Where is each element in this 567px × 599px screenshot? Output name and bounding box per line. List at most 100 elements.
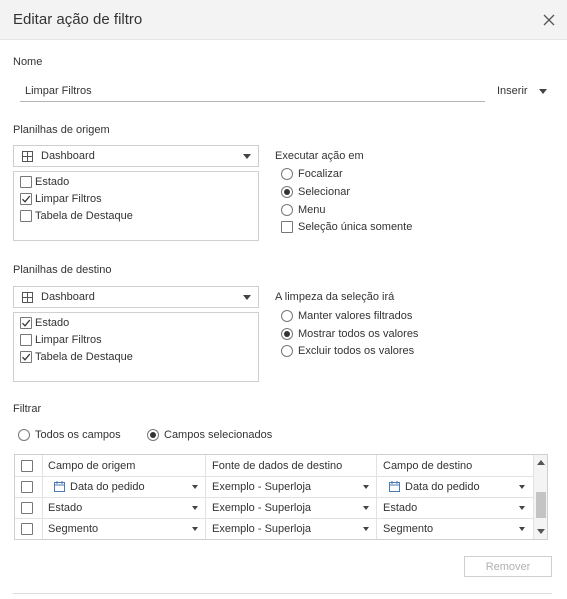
- target-sheets-list: Estado Limpar Filtros Tabela de Destaque: [13, 312, 259, 382]
- radio-button[interactable]: [281, 186, 293, 198]
- chevron-down-icon[interactable]: [363, 485, 369, 489]
- radio-button[interactable]: [281, 328, 293, 340]
- radio-button[interactable]: [281, 168, 293, 180]
- checkbox[interactable]: [20, 351, 32, 363]
- name-input[interactable]: [20, 80, 485, 102]
- radio-button[interactable]: [281, 204, 293, 216]
- source-sheet-label: Tabela de Destaque: [35, 210, 133, 222]
- target-field-value: Data do pedido: [405, 480, 480, 493]
- source-field-select[interactable]: Estado: [48, 497, 82, 518]
- row-checkbox[interactable]: [21, 497, 33, 518]
- chevron-down-icon[interactable]: [192, 506, 198, 510]
- grid-divider: [42, 455, 43, 539]
- radio-label: Menu: [298, 204, 326, 216]
- radio-keep-filtered[interactable]: Manter valores filtrados: [281, 310, 412, 322]
- target-sheets-label: Planilhas de destino: [13, 264, 112, 276]
- radio-menu[interactable]: Menu: [281, 204, 326, 216]
- column-header-data-source: Fonte de dados de destino: [212, 459, 343, 472]
- column-header-source-field: Campo de origem: [48, 459, 136, 472]
- scroll-down-icon[interactable]: [537, 529, 545, 535]
- column-header-target-field: Campo de destino: [383, 459, 473, 472]
- source-sheet-item[interactable]: Limpar Filtros: [20, 191, 102, 207]
- checkbox[interactable]: [20, 334, 32, 346]
- radio-selecionar[interactable]: Selecionar: [281, 186, 350, 198]
- target-sheet-item[interactable]: Estado: [20, 315, 69, 331]
- dialog-titlebar: Editar ação de filtro: [0, 0, 567, 40]
- checkmark-icon: [22, 353, 31, 361]
- radio-button[interactable]: [147, 429, 159, 441]
- close-icon[interactable]: [541, 12, 557, 28]
- data-source-select[interactable]: Exemplo - Superloja: [212, 497, 311, 518]
- radio-exclude-all[interactable]: Excluir todos os valores: [281, 345, 414, 357]
- single-select-label: Seleção única somente: [298, 221, 413, 233]
- radio-label: Mostrar todos os valores: [298, 328, 419, 340]
- target-field-select[interactable]: Estado: [383, 497, 417, 518]
- radio-label: Todos os campos: [35, 429, 121, 441]
- source-sheet-item[interactable]: Tabela de Destaque: [20, 208, 133, 224]
- checkbox[interactable]: [21, 480, 33, 493]
- filter-label: Filtrar: [13, 403, 42, 415]
- source-sheet-item[interactable]: Estado: [20, 174, 69, 190]
- chevron-down-icon[interactable]: [519, 506, 525, 510]
- data-source-select[interactable]: Exemplo - Superloja: [212, 476, 311, 497]
- target-sheet-item[interactable]: Limpar Filtros: [20, 332, 102, 348]
- target-sheet-label: Estado: [35, 317, 70, 329]
- source-sheet-label: Limpar Filtros: [35, 193, 102, 205]
- row-checkbox[interactable]: [21, 518, 33, 539]
- source-sheets-label: Planilhas de origem: [13, 124, 110, 136]
- target-sheet-item[interactable]: Tabela de Destaque: [20, 349, 133, 365]
- clearing-label: A limpeza da seleção irá: [275, 291, 395, 303]
- radio-label: Focalizar: [298, 168, 343, 180]
- chevron-down-icon[interactable]: [519, 527, 525, 531]
- radio-button[interactable]: [281, 345, 293, 357]
- scrollbar-thumb[interactable]: [536, 492, 546, 518]
- checkbox[interactable]: [20, 176, 32, 188]
- radio-label: Campos selecionados: [164, 429, 273, 441]
- radio-show-all[interactable]: Mostrar todos os valores: [281, 328, 418, 340]
- insert-label: Inserir: [497, 85, 528, 97]
- calendar-icon: [389, 481, 400, 492]
- name-label: Nome: [13, 56, 43, 68]
- calendar-icon: [54, 481, 65, 492]
- checkbox[interactable]: [21, 522, 33, 535]
- radio-button[interactable]: [281, 310, 293, 322]
- radio-focalizar[interactable]: Focalizar: [281, 168, 343, 180]
- radio-label: Selecionar: [298, 186, 350, 198]
- chevron-down-icon: [243, 154, 251, 159]
- grid-scrollbar[interactable]: [533, 455, 547, 539]
- bottom-divider: [13, 593, 552, 594]
- single-select-checkbox-row[interactable]: Seleção única somente: [281, 221, 412, 233]
- insert-button[interactable]: Inserir: [497, 85, 547, 97]
- chevron-down-icon[interactable]: [363, 506, 369, 510]
- data-source-select[interactable]: Exemplo - Superloja: [212, 518, 311, 539]
- checkbox[interactable]: [20, 210, 32, 222]
- grid-divider: [205, 455, 206, 539]
- chevron-down-icon[interactable]: [363, 527, 369, 531]
- scroll-up-icon[interactable]: [537, 459, 545, 465]
- target-sheets-dropdown[interactable]: Dashboard: [13, 286, 259, 308]
- radio-button[interactable]: [18, 429, 30, 441]
- source-field-select[interactable]: Segmento: [48, 518, 98, 539]
- chevron-down-icon[interactable]: [192, 527, 198, 531]
- chevron-down-icon[interactable]: [519, 485, 525, 489]
- radio-label: Manter valores filtrados: [298, 310, 413, 322]
- checkbox[interactable]: [20, 193, 32, 205]
- checkbox[interactable]: [281, 221, 293, 233]
- checkbox[interactable]: [21, 501, 33, 514]
- checkbox[interactable]: [21, 459, 33, 472]
- remove-button[interactable]: Remover: [464, 556, 552, 577]
- chevron-down-icon: [538, 88, 547, 94]
- target-field-select[interactable]: Segmento: [383, 518, 433, 539]
- radio-selected-fields[interactable]: Campos selecionados: [147, 429, 272, 441]
- source-dropdown-label: Dashboard: [41, 150, 95, 162]
- source-field-value: Data do pedido: [70, 480, 145, 493]
- select-all-checkbox[interactable]: [21, 455, 33, 476]
- chevron-down-icon[interactable]: [192, 485, 198, 489]
- target-field-select[interactable]: Data do pedido: [389, 476, 480, 497]
- row-checkbox[interactable]: [21, 476, 33, 497]
- checkbox[interactable]: [20, 317, 32, 329]
- radio-all-fields[interactable]: Todos os campos: [18, 429, 121, 441]
- source-sheets-dropdown[interactable]: Dashboard: [13, 145, 259, 167]
- dashboard-grid-icon: [22, 292, 33, 303]
- source-field-select[interactable]: Data do pedido: [54, 476, 145, 497]
